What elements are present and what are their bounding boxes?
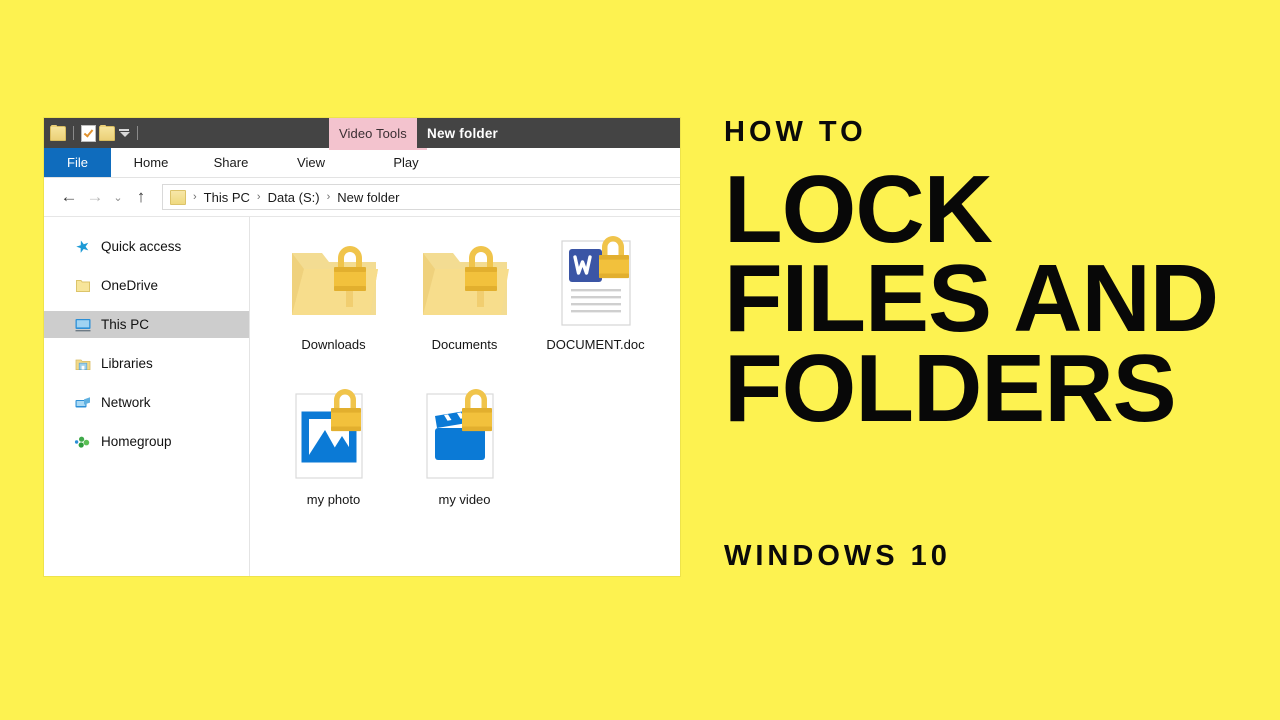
sidebar-item-label: This PC xyxy=(101,317,150,332)
file-name: my photo xyxy=(306,492,361,507)
onedrive-folder-icon xyxy=(74,278,92,294)
recent-locations-icon[interactable]: ⌄ xyxy=(108,191,128,204)
file-item[interactable]: Documents xyxy=(399,227,530,382)
kicker-text: HOW TO xyxy=(724,116,867,148)
sidebar-item-this-pc[interactable]: This PC xyxy=(44,311,249,338)
sidebar-item-label: OneDrive xyxy=(101,278,159,293)
image-file-locked-icon xyxy=(282,386,386,490)
headline-line-3: FOLDERS xyxy=(724,334,1177,442)
folder-locked-icon xyxy=(413,231,517,335)
sidebar-item-label: Network xyxy=(101,395,151,410)
sidebar-item-homegroup[interactable]: Homegroup xyxy=(44,428,249,455)
homegroup-icon xyxy=(74,434,92,450)
sidebar-item-onedrive[interactable]: OneDrive xyxy=(44,272,249,299)
back-button[interactable]: ← xyxy=(56,187,82,207)
file-name: Downloads xyxy=(301,337,366,352)
file-item[interactable]: DOCUMENT.doc xyxy=(530,227,661,382)
icon-grid: Downloads Documents DOCUMENT.doc my phot… xyxy=(268,227,680,537)
headline-line-1: LOCK xyxy=(724,156,993,263)
properties-icon[interactable] xyxy=(81,124,96,142)
new-folder-icon[interactable] xyxy=(99,124,115,141)
sidebar-item-libraries[interactable]: Libraries xyxy=(44,350,249,377)
folder-icon xyxy=(170,189,186,205)
folder-icon[interactable] xyxy=(50,124,66,141)
title-bar: Video Tools New folder xyxy=(44,118,680,148)
window-body: Quick access OneDrive This PC Libraries … xyxy=(44,217,680,576)
quick-access-toolbar xyxy=(44,124,142,142)
sidebar-item-label: Libraries xyxy=(101,356,153,371)
breadcrumb-separator: › xyxy=(256,191,261,203)
tab-home[interactable]: Home xyxy=(111,148,191,177)
network-icon xyxy=(74,395,92,411)
sidebar-item-label: Quick access xyxy=(101,239,182,254)
breadcrumb-data-drive[interactable]: Data (S:) xyxy=(268,190,320,205)
promo-text-block: HOW TO LOCK FILES AND FOLDERS xyxy=(724,116,1254,442)
file-item[interactable]: my photo xyxy=(268,382,399,537)
contextual-tab-underline xyxy=(329,148,427,150)
file-name: my video xyxy=(438,492,491,507)
tab-file[interactable]: File xyxy=(44,148,111,177)
file-item[interactable]: my video xyxy=(399,382,530,537)
breadcrumb-separator: › xyxy=(326,191,331,203)
forward-button[interactable]: → xyxy=(82,187,108,207)
tab-view[interactable]: View xyxy=(271,148,351,177)
file-name: DOCUMENT.doc xyxy=(546,337,645,352)
customize-chevron-icon[interactable] xyxy=(118,129,130,137)
file-item[interactable]: Downloads xyxy=(268,227,399,382)
file-explorer-window: Video Tools New folder File Home Share V… xyxy=(44,118,680,576)
address-bar: ← → ⌄ ↑ › This PC › Data (S:) › New fold… xyxy=(44,178,680,217)
up-button[interactable]: ↑ xyxy=(128,187,154,207)
tab-share[interactable]: Share xyxy=(191,148,271,177)
star-icon xyxy=(74,239,92,255)
navigation-pane: Quick access OneDrive This PC Libraries … xyxy=(44,217,250,576)
ribbon-tab-bar: File Home Share View Play xyxy=(44,148,680,178)
breadcrumb[interactable]: › This PC › Data (S:) › New folder xyxy=(162,184,680,210)
monitor-icon xyxy=(74,317,92,333)
window-title: New folder xyxy=(427,125,499,141)
breadcrumb-this-pc[interactable]: This PC xyxy=(204,190,250,205)
footer-note: WINDOWS 10 xyxy=(724,540,951,572)
word-document-locked-icon xyxy=(544,231,648,335)
tab-play[interactable]: Play xyxy=(364,148,448,177)
headline-line-2: FILES AND xyxy=(724,245,1219,353)
file-name: Documents xyxy=(431,337,498,352)
file-list-pane[interactable]: Downloads Documents DOCUMENT.doc my phot… xyxy=(250,217,680,576)
breadcrumb-separator: › xyxy=(193,191,197,203)
sidebar-item-quick-access[interactable]: Quick access xyxy=(44,233,249,260)
breadcrumb-new-folder[interactable]: New folder xyxy=(337,190,399,205)
folder-locked-icon xyxy=(282,231,386,335)
toolbar-divider xyxy=(73,126,74,140)
contextual-tab-title: Video Tools xyxy=(329,118,417,148)
toolbar-divider-2 xyxy=(137,126,138,140)
video-file-locked-icon xyxy=(413,386,517,490)
libraries-icon xyxy=(74,356,92,372)
sidebar-item-label: Homegroup xyxy=(101,434,172,449)
sidebar-item-network[interactable]: Network xyxy=(44,389,249,416)
